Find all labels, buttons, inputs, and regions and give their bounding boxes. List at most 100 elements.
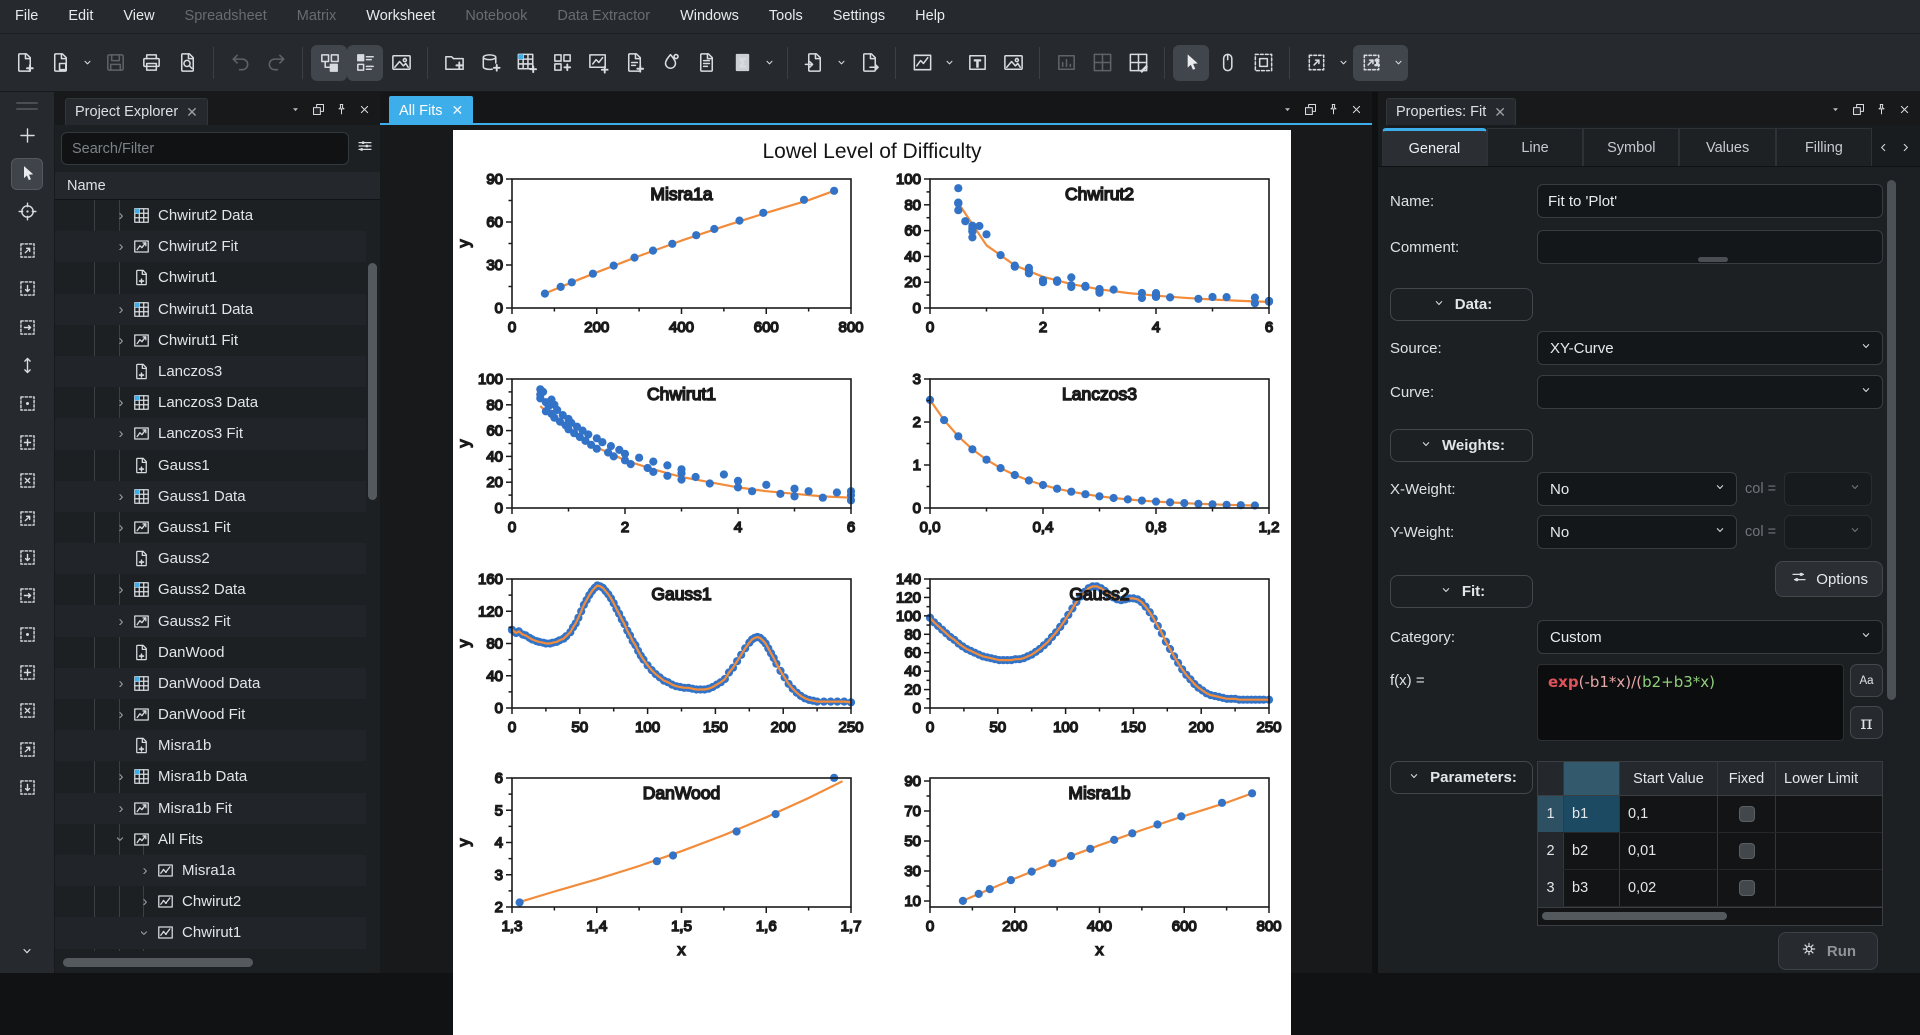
parameter-row-b1[interactable]: 1b10,1 bbox=[1538, 796, 1882, 833]
add-curve-dropdown[interactable] bbox=[940, 45, 959, 81]
fixed-cell[interactable] bbox=[1718, 833, 1776, 869]
add-object-tool[interactable] bbox=[11, 119, 43, 151]
new-object-dropdown[interactable] bbox=[760, 45, 779, 81]
tree-item-danwood-fit[interactable]: ›DanWood Fit bbox=[55, 699, 366, 730]
pin-icon[interactable] bbox=[1323, 99, 1343, 119]
tree-item-gauss1-data[interactable]: ›Gauss1 Data bbox=[55, 481, 366, 512]
zoom-original-button[interactable]: 1 bbox=[1353, 45, 1389, 81]
new-worksheet-button[interactable] bbox=[580, 45, 616, 81]
zoom-y-select-tool[interactable] bbox=[11, 311, 43, 343]
fit-options-button[interactable]: Options bbox=[1775, 561, 1883, 597]
cell[interactable]: 3 bbox=[1538, 870, 1564, 906]
y-weight-select[interactable]: No bbox=[1537, 515, 1737, 549]
expander-icon[interactable]: › bbox=[113, 332, 129, 348]
new-project-button[interactable] bbox=[6, 45, 42, 81]
tree-horizontal-scrollbar[interactable] bbox=[63, 958, 253, 967]
expander-icon[interactable]: › bbox=[137, 894, 153, 910]
new-note-button[interactable] bbox=[616, 45, 652, 81]
plot-misra1b[interactable]: 02004006008001030507090Misra1bx bbox=[871, 766, 1289, 998]
float-window-icon[interactable] bbox=[1848, 99, 1868, 119]
cell[interactable]: 0,1 bbox=[1620, 796, 1718, 832]
tree-item-lanczos3-fit[interactable]: ›Lanczos3 Fit bbox=[55, 418, 366, 449]
column-header[interactable] bbox=[1538, 762, 1564, 795]
constants-button[interactable]: π bbox=[1850, 706, 1883, 739]
cell[interactable]: 1 bbox=[1538, 796, 1564, 832]
expander-icon[interactable]: › bbox=[113, 769, 129, 785]
zoom-out-x-tool[interactable] bbox=[11, 618, 43, 650]
zoom-in-x-tool[interactable] bbox=[11, 580, 43, 612]
zoom-in-tool[interactable] bbox=[11, 503, 43, 535]
auto-fit-button[interactable] bbox=[1298, 45, 1334, 81]
expander-icon[interactable]: › bbox=[113, 675, 129, 691]
data-section-toggle[interactable]: Data: bbox=[1390, 288, 1533, 321]
tree-item-gauss1-fit[interactable]: ›Gauss1 Fit bbox=[55, 512, 366, 543]
parameter-row-b3[interactable]: 3b30,02 bbox=[1538, 870, 1882, 907]
tree-item-lanczos3[interactable]: Lanczos3 bbox=[55, 356, 366, 387]
add-image-button[interactable] bbox=[995, 45, 1031, 81]
zoom-out-tool[interactable] bbox=[11, 541, 43, 573]
tree-item-misra1b-data[interactable]: ›Misra1b Data bbox=[55, 761, 366, 792]
close-icon[interactable] bbox=[1894, 99, 1914, 119]
x-weight-select[interactable]: No bbox=[1537, 472, 1737, 506]
properties-tab[interactable]: Properties: Fit ✕ bbox=[1386, 98, 1516, 125]
font-button[interactable]: Aa bbox=[1850, 664, 1883, 697]
expander-icon[interactable]: › bbox=[113, 426, 129, 442]
zoom-select-mode-button[interactable] bbox=[1245, 45, 1281, 81]
cell[interactable]: 0,01 bbox=[1620, 833, 1718, 869]
new-notebook-button[interactable] bbox=[688, 45, 724, 81]
tab-filling[interactable]: Filling bbox=[1776, 128, 1872, 166]
shift-right-x-tool[interactable] bbox=[11, 772, 43, 804]
new-spreadsheet-button[interactable] bbox=[508, 45, 544, 81]
float-window-icon[interactable] bbox=[1300, 99, 1320, 119]
auto-scale-x-tool[interactable] bbox=[11, 426, 43, 458]
tab-line[interactable]: Line bbox=[1487, 128, 1583, 166]
tree-item-gauss1[interactable]: Gauss1 bbox=[55, 450, 366, 481]
auto-scale-y-tool[interactable] bbox=[11, 465, 43, 497]
select-mode-button[interactable] bbox=[1173, 45, 1209, 81]
new-matrix-button[interactable] bbox=[544, 45, 580, 81]
tree-item-lanczos3-data[interactable]: ›Lanczos3 Data bbox=[55, 387, 366, 418]
dock-menu-icon[interactable] bbox=[1825, 99, 1845, 119]
zoom-original-dropdown[interactable] bbox=[1389, 45, 1408, 81]
plot-gauss1[interactable]: 05010015020025004080120160Gauss1y bbox=[453, 567, 871, 799]
cell[interactable]: 0,02 bbox=[1620, 870, 1718, 906]
tree-item-chwirut1-data[interactable]: ›Chwirut1 Data bbox=[55, 294, 366, 325]
column-header[interactable]: Lower Limit bbox=[1776, 762, 1882, 795]
tabs-scroll-right-button[interactable] bbox=[1894, 128, 1916, 166]
print-button[interactable] bbox=[133, 45, 169, 81]
worksheet-canvas[interactable]: Lowel Level of Difficulty 02004006008000… bbox=[453, 130, 1291, 1035]
menu-settings[interactable]: Settings bbox=[818, 0, 900, 33]
y-weight-col-select[interactable] bbox=[1784, 515, 1872, 549]
parameter-row-b2[interactable]: 2b20,01 bbox=[1538, 833, 1882, 870]
close-icon[interactable] bbox=[354, 99, 374, 119]
tree-item-chwirut2-fit[interactable]: ›Chwirut2 Fit bbox=[55, 231, 366, 262]
plot-chwirut2[interactable]: 0246020406080100Chwirut2 bbox=[871, 167, 1289, 399]
tree-item-misra1b-fit[interactable]: ›Misra1b Fit bbox=[55, 793, 366, 824]
run-button[interactable]: Run bbox=[1778, 932, 1878, 970]
shift-left-x-tool[interactable] bbox=[11, 733, 43, 765]
menu-help[interactable]: Help bbox=[900, 0, 960, 33]
open-recent-dropdown[interactable] bbox=[78, 45, 97, 81]
name-field[interactable] bbox=[1537, 184, 1883, 218]
plot-danwood[interactable]: 1,31,41,51,61,723456DanWoodyx bbox=[453, 766, 871, 998]
expander-icon[interactable]: › bbox=[113, 208, 129, 224]
formula-editor[interactable]: exp(-b1*x)/(b2+b3*x) bbox=[1537, 664, 1844, 741]
shift-vertical-tool[interactable] bbox=[11, 349, 43, 381]
pin-icon[interactable] bbox=[331, 99, 351, 119]
close-icon[interactable]: ✕ bbox=[186, 104, 198, 121]
tab-general[interactable]: General bbox=[1382, 128, 1487, 166]
add-curve-button[interactable] bbox=[904, 45, 940, 81]
x-weight-col-select[interactable] bbox=[1784, 472, 1872, 506]
weights-section-toggle[interactable]: Weights: bbox=[1390, 429, 1533, 462]
import-button[interactable] bbox=[796, 45, 832, 81]
menu-tools[interactable]: Tools bbox=[754, 0, 818, 33]
worksheet-tab-all-fits[interactable]: All Fits ✕ bbox=[389, 96, 473, 125]
cell[interactable]: 2 bbox=[1538, 833, 1564, 869]
new-folder-button[interactable] bbox=[436, 45, 472, 81]
resize-grip[interactable] bbox=[1698, 257, 1728, 262]
column-header[interactable] bbox=[1564, 762, 1620, 795]
column-header[interactable]: Start Value bbox=[1620, 762, 1718, 795]
menu-worksheet[interactable]: Worksheet bbox=[351, 0, 450, 33]
tab-symbol[interactable]: Symbol bbox=[1583, 128, 1679, 166]
pin-icon[interactable] bbox=[1871, 99, 1891, 119]
